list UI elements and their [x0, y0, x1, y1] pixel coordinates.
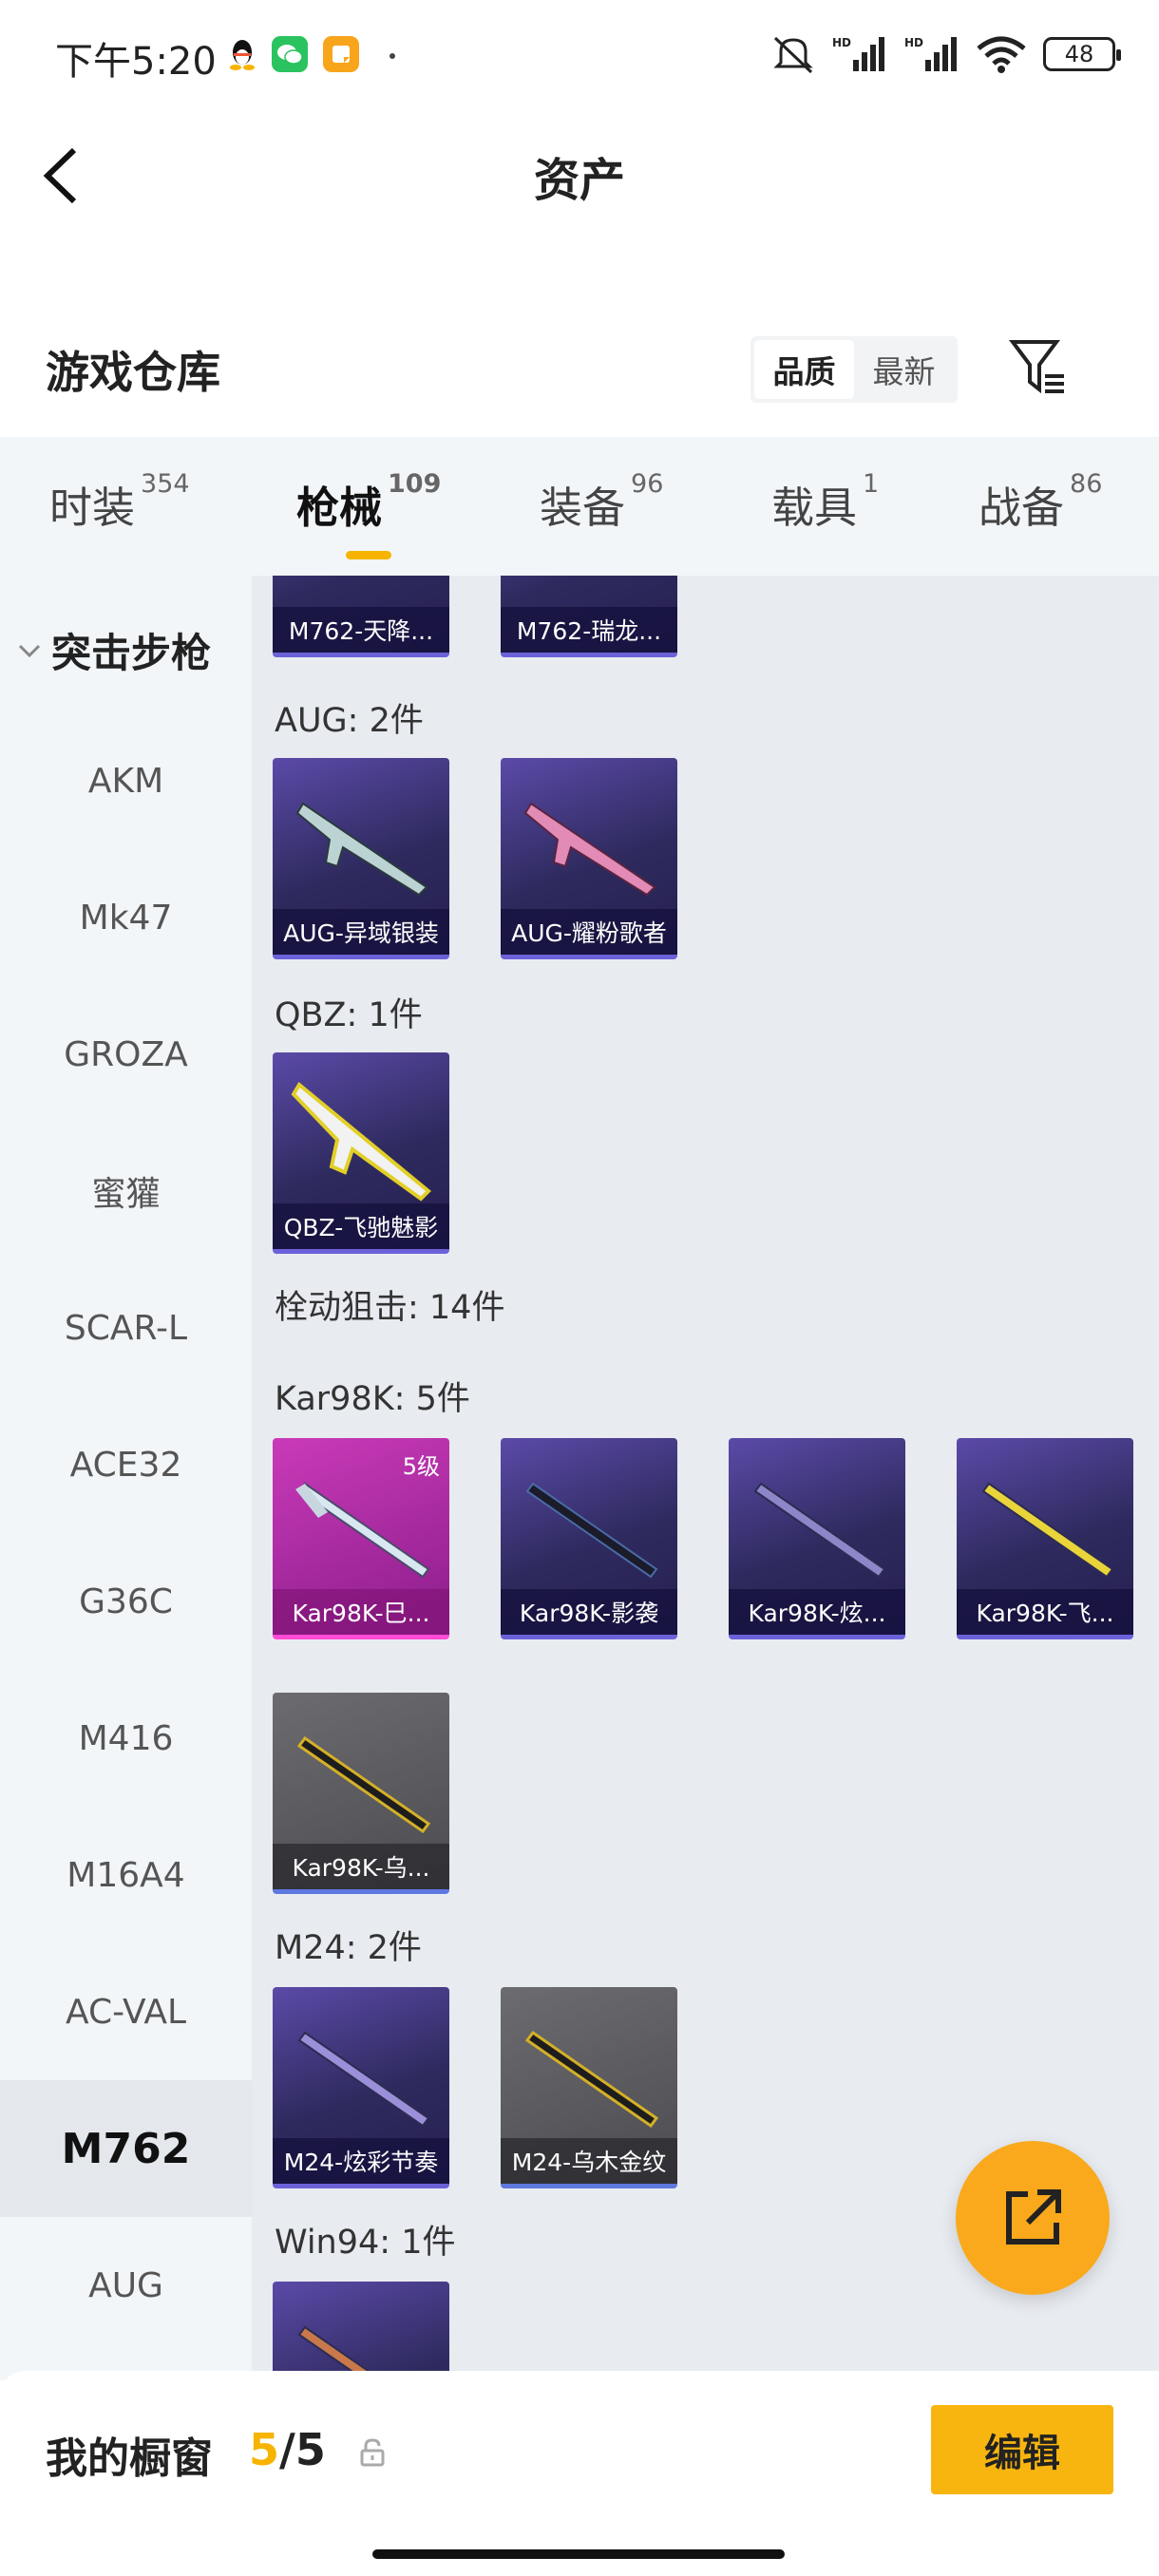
- weapon-image: [297, 2325, 370, 2371]
- weapon-card[interactable]: M24-炫彩节奏: [273, 1987, 449, 2188]
- sidebar-item-mk47[interactable]: Mk47: [0, 849, 252, 986]
- wechat-icon: [272, 36, 308, 72]
- showcase-title: 我的橱窗: [46, 2434, 213, 2483]
- weapon-card-label: M762-天降...: [273, 607, 449, 653]
- filter-icon: [1009, 340, 1064, 394]
- weapon-card[interactable]: Kar98K-飞...: [957, 1438, 1133, 1639]
- svg-text:HD: HD: [904, 36, 923, 49]
- weapon-card-label: Kar98K-飞...: [957, 1589, 1133, 1635]
- edit-button[interactable]: 编辑: [931, 2405, 1113, 2494]
- level-badge: 5级: [402, 1453, 440, 1480]
- wifi-icon: [977, 36, 1026, 73]
- external-link-icon: [1006, 2189, 1061, 2245]
- tab-weapons[interactable]: 枪械 109: [296, 469, 441, 559]
- qq-icon: [224, 36, 260, 72]
- sidebar-item-honey-badger[interactable]: 蜜獾: [0, 1123, 252, 1260]
- tab-fashion[interactable]: 时装 354: [49, 469, 190, 535]
- weapon-image: [291, 1081, 431, 1202]
- mute-icon: [773, 36, 813, 74]
- weapon-card[interactable]: M762-天降...: [273, 576, 449, 657]
- weapon-card-label: Kar98K-影袭: [501, 1589, 677, 1635]
- filter-button[interactable]: [1009, 336, 1070, 397]
- sidebar-item-m16a4[interactable]: M16A4: [0, 1807, 252, 1943]
- section-title-kar98k: Kar98K: 5件: [275, 1380, 470, 1418]
- sidebar-item-groza[interactable]: GROZA: [0, 986, 252, 1123]
- status-time: 下午5:20: [55, 40, 217, 84]
- weapon-card-label: M762-瑞龙...: [501, 607, 677, 653]
- weapon-card-label: Kar98K-炫...: [729, 1589, 905, 1635]
- weapon-card[interactable]: Kar98K-乌...: [273, 1693, 449, 1894]
- weapon-card[interactable]: M762-瑞龙...: [501, 576, 677, 657]
- sidebar-item-scar-l[interactable]: SCAR-L: [0, 1260, 252, 1396]
- weapon-card-label: AUG-耀粉歌者: [501, 909, 677, 955]
- weapon-image: [296, 1735, 431, 1834]
- signal-icon: HD: [904, 36, 957, 71]
- notes-icon: [323, 36, 359, 72]
- status-bar: 下午5:20 HD HD 48: [0, 0, 1159, 114]
- weapon-image: [981, 1482, 1114, 1579]
- weapon-card-label: M24-乌木金纹: [501, 2138, 677, 2184]
- weapon-image: [753, 1482, 886, 1579]
- sidebar-item-g36c[interactable]: G36C: [0, 1533, 252, 1670]
- weapon-image: [514, 576, 666, 598]
- status-right: HD HD 48: [771, 34, 1121, 74]
- section-title-m24: M24: 2件: [275, 1929, 422, 1967]
- weapon-sidebar: 突击步枪 AKM Mk47 GROZA 蜜獾 SCAR-L ACE32 G36C…: [0, 576, 252, 2380]
- section-title-bolt-sniper: 栓动狙击: 14件: [275, 1289, 505, 1327]
- sidebar-item-ac-val[interactable]: AC-VAL: [0, 1943, 252, 2080]
- weapon-image: [524, 2030, 659, 2129]
- sidebar-item-m416[interactable]: M416: [0, 1670, 252, 1807]
- tab-supplies[interactable]: 战备 86: [978, 469, 1102, 535]
- sort-newest-button[interactable]: 最新: [854, 340, 954, 399]
- weapon-card[interactable]: M24-乌木金纹: [501, 1987, 677, 2188]
- weapon-image: [297, 2031, 430, 2128]
- weapon-card-label: AUG-异域银装: [273, 909, 449, 955]
- weapon-card[interactable]: Kar98K-影袭: [501, 1438, 677, 1639]
- svg-text:HD: HD: [832, 36, 851, 49]
- sidebar-item-m762[interactable]: M762: [0, 2080, 252, 2217]
- weapon-grid: M762-天降... M762-瑞龙... AUG: 2件 AUG-异域银装 A…: [252, 576, 1159, 2371]
- sidebar-item-akm[interactable]: AKM: [0, 712, 252, 849]
- section-title-aug: AUG: 2件: [275, 702, 424, 740]
- weapon-image: [523, 802, 656, 897]
- weapon-card-label: Kar98K-乌...: [273, 1844, 449, 1889]
- showcase-count: 5/5: [249, 2424, 326, 2475]
- battery-indicator: 48: [1043, 37, 1121, 71]
- section-title-win94: Win94: 1件: [275, 2224, 456, 2262]
- weapon-image: [525, 1482, 658, 1579]
- weapon-card[interactable]: 5级 Kar98K-巳...: [273, 1438, 449, 1639]
- share-button[interactable]: [956, 2141, 1110, 2295]
- weapon-card-label: QBZ-飞驰魅影: [273, 1203, 449, 1249]
- chevron-down-icon: [18, 644, 41, 657]
- sidebar-category-header[interactable]: 突击步枪: [17, 621, 211, 679]
- weapon-card-label: M24-炫彩节奏: [273, 2138, 449, 2184]
- weapon-card[interactable]: Kar98K-炫...: [729, 1438, 905, 1639]
- weapon-card[interactable]: AUG-耀粉歌者: [501, 758, 677, 959]
- page-title: 资产: [533, 154, 625, 207]
- weapon-card[interactable]: [273, 2282, 449, 2371]
- weapon-image: [295, 802, 428, 897]
- warehouse-title: 游戏仓库: [46, 347, 220, 398]
- home-indicator[interactable]: [372, 2549, 785, 2559]
- sidebar-item-ace32[interactable]: ACE32: [0, 1396, 252, 1533]
- weapon-card[interactable]: AUG-异域银装: [273, 758, 449, 959]
- sort-toggle[interactable]: 品质 最新: [750, 336, 958, 403]
- tab-vehicles[interactable]: 载具 1: [771, 469, 879, 535]
- weapon-image: [286, 576, 438, 598]
- category-tabs: 时装 354 枪械 109 装备 96 载具 1 战备 86: [0, 437, 1159, 576]
- sort-quality-button[interactable]: 品质: [754, 340, 854, 399]
- weapon-card[interactable]: QBZ-飞驰魅影: [273, 1052, 449, 1254]
- active-tab-indicator: [346, 551, 391, 559]
- section-title-qbz: QBZ: 1件: [275, 996, 423, 1034]
- tab-equipment[interactable]: 装备 96: [540, 469, 663, 535]
- signal-icon: HD: [832, 36, 884, 71]
- sidebar-item-aug[interactable]: AUG: [0, 2217, 252, 2354]
- lock-icon: [359, 2437, 386, 2468]
- dot-icon: [390, 53, 395, 59]
- weapon-card-label: Kar98K-巳...: [273, 1589, 449, 1635]
